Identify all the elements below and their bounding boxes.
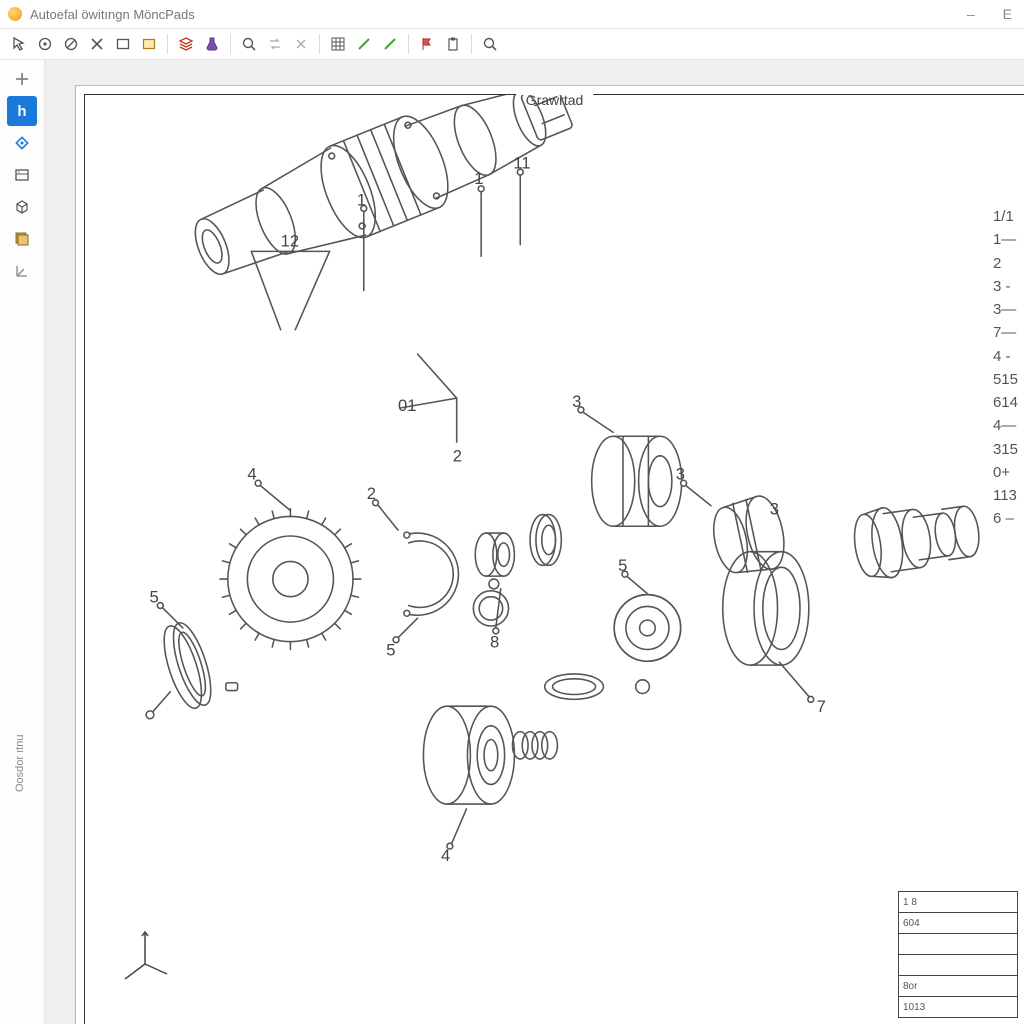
callout-1b: 1 [474,169,483,188]
zoom-tool[interactable] [238,33,260,55]
clipboard-tool[interactable] [442,33,464,55]
line1-tool[interactable] [353,33,375,55]
list-item: 4 - [993,345,1018,368]
list-item: 1/1 [993,205,1018,228]
callout-5b: 5 [618,556,627,575]
flask-tool[interactable] [201,33,223,55]
axis-tool[interactable] [7,256,37,286]
callout-3c: 3 [770,500,779,519]
list-item: 113 [993,484,1018,507]
callout-11: 11 [513,153,530,172]
list-item: 315 [993,438,1018,461]
sheet-frame: Grawrtad [84,94,1024,1024]
flag-tool[interactable] [416,33,438,55]
panel-tool[interactable] [7,160,37,190]
callout-12: 12 [281,232,299,251]
callout-7: 7 [817,697,826,716]
pointer-tool[interactable] [8,33,30,55]
toolbar-separator [408,34,409,54]
stack-tool[interactable] [7,224,37,254]
toolbar-separator [471,34,472,54]
callout-4b: 4 [441,846,450,865]
toolbar-separator [230,34,231,54]
maximize-button[interactable]: E [999,6,1016,22]
callout-2b: 2 [367,484,376,503]
drawing-sheet: Grawrtad [75,85,1024,1024]
drawing-canvas[interactable]: Grawrtad [45,60,1024,1024]
orientation-compass-icon [115,924,175,984]
list-item: 515 [993,368,1018,391]
callout-2a: 2 [453,447,462,466]
circle-dot-tool[interactable] [34,33,56,55]
delete-tool[interactable] [86,33,108,55]
list-item: 3 - [993,275,1018,298]
layers-tool[interactable] [175,33,197,55]
list-item: 6 – [993,507,1018,530]
rect-fill-tool[interactable] [138,33,160,55]
circle-slash-tool[interactable] [60,33,82,55]
zoom-fit-tool[interactable] [479,33,501,55]
home-tool[interactable]: h [7,96,37,126]
title-block: 1 8 604 8or 1013 [898,891,1018,1018]
list-item: 3— [993,298,1018,321]
exploded-view-drawing: 1 11 12 01 2 3 4 2 5 8 5 3 5 7 4 [85,95,1024,1024]
parts-list: 1/1 1— 2 3 - 3— 7— 4 - 515 614 4— 315 0+… [993,205,1018,531]
list-item: 0+ [993,461,1018,484]
callout-5a: 5 [386,640,395,659]
tb-row: 1 8 [899,892,1018,913]
callout-3a: 3 [572,392,581,411]
list-item: 7— [993,321,1018,344]
line2-tool[interactable] [379,33,401,55]
diamond-tool[interactable] [7,128,37,158]
app-icon [8,7,22,21]
tb-row [899,934,1018,955]
list-item: 4— [993,414,1018,437]
swap2-tool[interactable] [290,33,312,55]
tb-row: 604 [899,913,1018,934]
callout-01: 01 [398,396,416,415]
toolbar-separator [319,34,320,54]
grid-tool[interactable] [327,33,349,55]
minimize-button[interactable]: ‒ [963,6,979,22]
window-title: Autoefal öwitıngn MöncPads [30,7,195,22]
rect-tool[interactable] [112,33,134,55]
list-item: 1— [993,228,1018,251]
list-item: 2 [993,252,1018,275]
callout-3b: 3 [676,464,685,483]
callout-8: 8 [490,633,499,652]
side-vertical-label: Oosdor ıtnu [14,735,26,792]
add-tool[interactable] [7,64,37,94]
callout-1: 1 [357,190,366,209]
callout-5c: 5 [150,588,159,607]
side-toolbar: h Oosdor ıtnu [0,60,45,1024]
tb-row: 8or [899,976,1018,997]
titlebar: Autoefal öwitıngn MöncPads ‒ E [0,0,1024,29]
tb-row [899,955,1018,976]
toolbar-separator [167,34,168,54]
callout-4a: 4 [247,464,256,483]
svg-text:h: h [17,103,26,120]
main-toolbar [0,29,1024,60]
cube-tool[interactable] [7,192,37,222]
tb-row: 1013 [899,997,1018,1018]
list-item: 614 [993,391,1018,414]
swap-tool[interactable] [264,33,286,55]
